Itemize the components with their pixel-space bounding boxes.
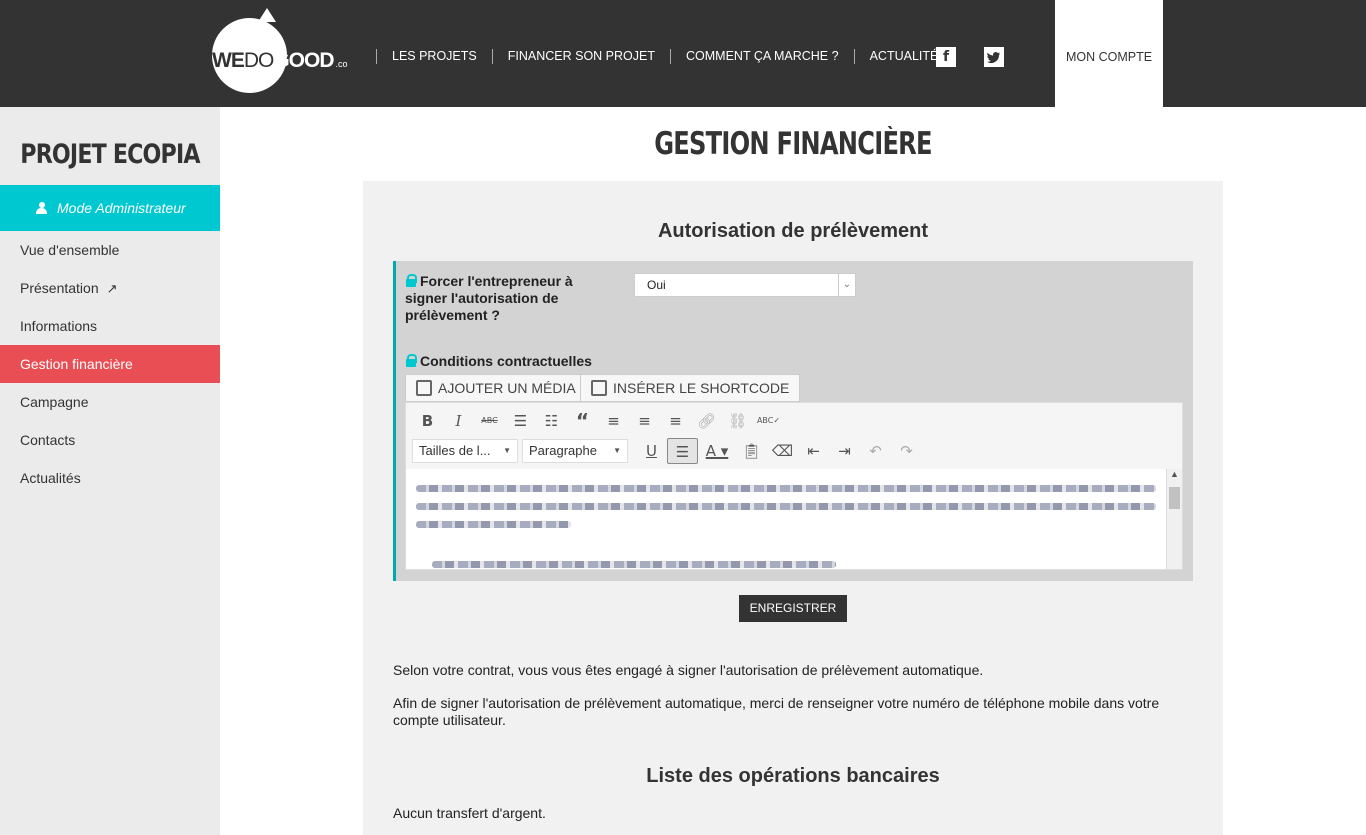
bold-icon[interactable]: B — [412, 408, 443, 434]
twitter-bird-icon — [987, 52, 1000, 64]
eraser-icon[interactable]: ⌫ — [767, 438, 798, 464]
blockquote-icon[interactable]: “ — [567, 408, 598, 434]
admin-mode-button[interactable]: Mode Administrateur — [0, 185, 220, 231]
text-color-icon[interactable]: A ▾ — [698, 438, 736, 464]
my-account-button[interactable]: MON COMPTE — [1055, 0, 1163, 107]
sidebar: PROJET ECOPIA Mode Administrateur Vue d'… — [0, 107, 220, 835]
sidebar-menu: Vue d'ensemble Présentation ↗ Information… — [0, 231, 220, 497]
logo-good: GOOD — [273, 49, 334, 72]
justify-icon[interactable]: ☰ — [667, 438, 698, 464]
scroll-up-icon[interactable]: ▲ — [1167, 469, 1182, 479]
undo-icon[interactable]: ↶ — [860, 438, 891, 464]
spellcheck-icon[interactable]: ABC✓ — [753, 408, 784, 434]
blurred-text — [432, 561, 836, 568]
editor-scrollbar[interactable]: ▲ — [1166, 469, 1182, 569]
media-icon — [416, 380, 432, 396]
top-header: WEDOGOOD .co LES PROJETS FINANCER SON PRO… — [0, 0, 1366, 107]
align-left-icon[interactable]: ≡ — [598, 408, 629, 434]
blurred-text — [416, 503, 1156, 510]
save-button[interactable]: ENREGISTRER — [739, 595, 847, 622]
twitter-icon[interactable] — [984, 47, 1004, 67]
user-icon — [36, 202, 47, 214]
sidebar-item-gestion-financiere[interactable]: Gestion financière — [0, 345, 220, 383]
toolbar-row-2: Tailles de l... Paragraphe U ☰ A ▾ 📋︎ ⌫ … — [412, 438, 922, 464]
unlink-icon[interactable]: ⛓︎ — [722, 408, 753, 434]
format-select[interactable]: Paragraphe — [522, 439, 628, 463]
conditions-label: Conditions contractuelles — [405, 353, 592, 369]
section-title-operations: Liste des opérations bancaires — [646, 765, 940, 787]
facebook-icon[interactable]: f — [936, 47, 956, 67]
blurred-text — [416, 521, 571, 528]
sidebar-item-label: Présentation — [20, 280, 99, 296]
external-link-icon: ↗ — [106, 281, 118, 296]
main-nav: LES PROJETS FINANCER SON PROJET COMMENT … — [376, 49, 962, 64]
wedogood-logo[interactable]: WEDOGOOD .co — [212, 8, 348, 93]
nav-les-projets[interactable]: LES PROJETS — [376, 49, 492, 64]
blurred-text — [416, 485, 1156, 492]
force-select-value: Oui — [647, 278, 666, 292]
main-panel: Autorisation de prélèvement Forcer l'ent… — [363, 181, 1223, 835]
logo-do: DO — [243, 49, 274, 72]
link-icon[interactable]: 🔗︎ — [691, 408, 722, 434]
nav-comment-ca-marche[interactable]: COMMENT ÇA MARCHE ? — [670, 49, 854, 64]
insert-shortcode-label: INSÉRER LE SHORTCODE — [613, 380, 790, 396]
contract-info-text: Selon votre contrat, vous vous êtes enga… — [393, 662, 984, 678]
logo-we: WE — [212, 49, 245, 72]
italic-icon[interactable]: I — [443, 408, 474, 434]
project-title: PROJET ECOPIA — [20, 139, 200, 170]
nav-financer[interactable]: FINANCER SON PROJET — [491, 49, 670, 64]
redo-icon[interactable]: ↷ — [891, 438, 922, 464]
align-center-icon[interactable]: ≡ — [629, 408, 660, 434]
chevron-down-icon: ⌄ — [838, 274, 855, 296]
force-label-text: Forcer l'entrepreneur à signer l'autoris… — [405, 273, 573, 323]
strikethrough-icon[interactable]: ABC — [474, 408, 505, 434]
sidebar-item-contacts[interactable]: Contacts — [0, 421, 220, 459]
section-title-autorisation: Autorisation de prélèvement — [657, 220, 929, 242]
conditions-label-text: Conditions contractuelles — [420, 353, 592, 369]
align-right-icon[interactable]: ≡ — [660, 408, 691, 434]
add-media-button[interactable]: AJOUTER UN MÉDIA — [405, 374, 587, 402]
mobile-info-text: Afin de signer l'autorisation de prélève… — [393, 695, 1160, 728]
force-field-label: Forcer l'entrepreneur à signer l'autoris… — [405, 273, 595, 324]
sidebar-item-actualites[interactable]: Actualités — [0, 459, 220, 497]
force-select[interactable]: Oui ⌄ — [634, 273, 856, 297]
sidebar-item-informations[interactable]: Informations — [0, 307, 220, 345]
scroll-thumb[interactable] — [1169, 487, 1180, 509]
no-transfer-text: Aucun transfert d'argent. — [393, 805, 546, 821]
add-media-label: AJOUTER UN MÉDIA — [438, 380, 576, 396]
form-box: Forcer l'entrepreneur à signer l'autoris… — [393, 261, 1193, 581]
editor-content-area[interactable] — [406, 469, 1166, 569]
unlock-icon[interactable] — [405, 354, 417, 367]
insert-shortcode-button[interactable]: INSÉRER LE SHORTCODE — [580, 374, 801, 402]
unlock-icon[interactable] — [405, 274, 417, 287]
indent-icon[interactable]: ⇥ — [829, 438, 860, 464]
outdent-icon[interactable]: ⇤ — [798, 438, 829, 464]
shortcode-icon — [591, 380, 607, 396]
logo-co: .co — [335, 59, 348, 69]
font-size-select[interactable]: Tailles de l... — [412, 439, 518, 463]
sidebar-item-campagne[interactable]: Campagne — [0, 383, 220, 421]
admin-mode-label: Mode Administrateur — [57, 200, 186, 216]
rich-text-editor: B I ABC ☰ ☷ “ ≡ ≡ ≡ 🔗︎ ⛓︎ ABC✓ Tailles d… — [405, 402, 1183, 570]
bullet-list-icon[interactable]: ☰ — [505, 408, 536, 434]
underline-icon[interactable]: U — [636, 438, 667, 464]
sidebar-item-vue-ensemble[interactable]: Vue d'ensemble — [0, 231, 220, 269]
toolbar-row-1: B I ABC ☰ ☷ “ ≡ ≡ ≡ 🔗︎ ⛓︎ ABC✓ — [412, 408, 784, 434]
sidebar-item-presentation[interactable]: Présentation ↗ — [0, 269, 220, 307]
numbered-list-icon[interactable]: ☷ — [536, 408, 567, 434]
page-title: GESTION FINANCIÈRE — [654, 126, 932, 162]
paste-icon[interactable]: 📋︎ — [736, 438, 767, 464]
